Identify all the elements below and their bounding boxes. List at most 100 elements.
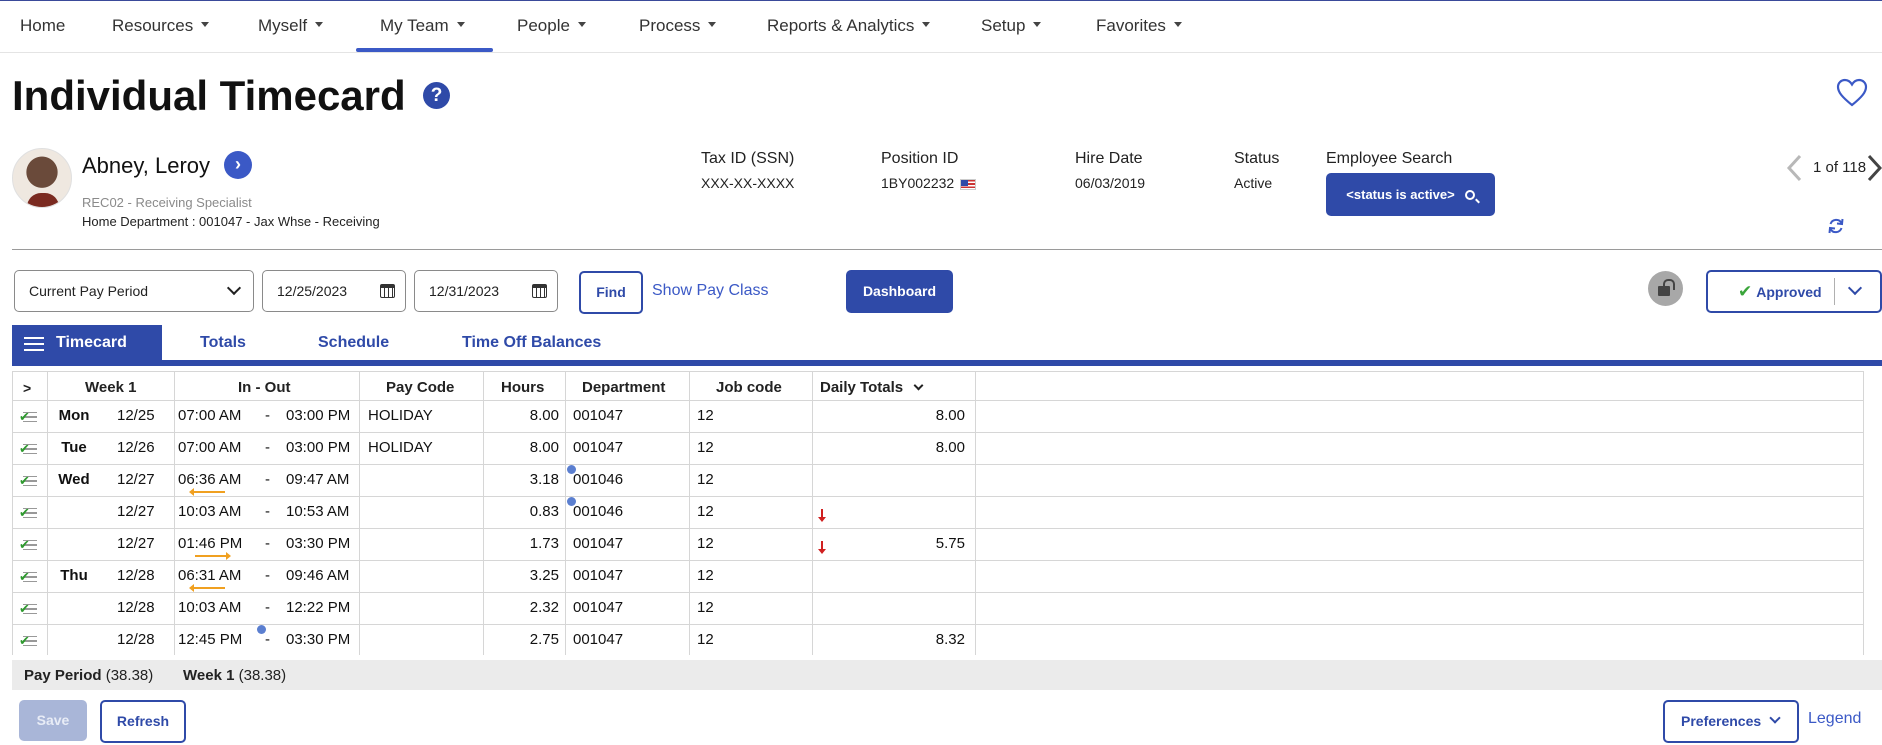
time-in-cell[interactable]: 07:00 AM	[178, 406, 241, 426]
start-date-field[interactable]: 12/25/2023	[262, 270, 406, 312]
department-cell: 001047	[573, 567, 624, 584]
caret-down-icon	[1173, 22, 1182, 28]
hamburger-menu-icon[interactable]	[24, 337, 44, 351]
day-cell: Tue	[61, 439, 87, 456]
time-in-cell[interactable]: 07:00 AM	[178, 438, 241, 458]
nav-item-my-team[interactable]: My Team	[380, 16, 465, 36]
chevron-right-circle-icon[interactable]: ›	[224, 151, 252, 179]
show-pay-class-link[interactable]: Show Pay Class	[652, 282, 769, 300]
calendar-icon[interactable]	[380, 284, 395, 298]
time-out-cell[interactable]: 09:46 AM	[286, 566, 349, 586]
search-icon	[1464, 189, 1475, 200]
department-cell: 001047	[573, 599, 624, 616]
time-out-cell[interactable]: 03:00 PM	[286, 406, 350, 426]
job-code-cell: 12	[697, 407, 714, 424]
column-header-job-code: Job code	[716, 379, 782, 396]
chevron-down-icon	[226, 280, 242, 296]
tax-id-label: Tax ID (SSN)	[701, 150, 795, 167]
tab-timecard[interactable]: Timecard	[12, 325, 162, 361]
approved-check-icon[interactable]: ✔	[19, 634, 37, 648]
time-in-cell[interactable]: 10:03 AM	[178, 502, 241, 522]
checkmark-icon: ✔	[19, 569, 30, 584]
caret-down-icon	[201, 22, 210, 28]
nav-item-myself[interactable]: Myself	[258, 16, 324, 36]
time-in-cell[interactable]: 01:46 PM	[178, 534, 242, 554]
approved-check-icon[interactable]: ✔	[19, 602, 37, 616]
pay-period-select[interactable]: Current Pay Period	[14, 270, 254, 312]
header-divider	[12, 249, 1882, 250]
hours-cell: 8.00	[529, 407, 559, 424]
approved-check-icon[interactable]: ✔	[19, 570, 37, 584]
time-in-cell[interactable]: 10:03 AM	[178, 598, 241, 618]
time-in-cell[interactable]: 06:31 AM	[178, 566, 241, 586]
employee-position: REC02 - Receiving Specialist	[82, 195, 252, 210]
nav-label: Setup	[981, 16, 1026, 35]
employee-pager: 1 of 118	[1813, 159, 1867, 176]
time-out-cell[interactable]: 03:00 PM	[286, 438, 350, 458]
nav-item-favorites[interactable]: Favorites	[1096, 16, 1182, 36]
find-button[interactable]: Find	[579, 271, 643, 314]
refresh-button[interactable]: Refresh	[100, 700, 186, 743]
legend-link[interactable]: Legend	[1808, 710, 1861, 728]
nav-item-home[interactable]: Home	[20, 16, 65, 36]
column-header-daily-totals[interactable]: Daily Totals	[820, 375, 924, 401]
approved-check-icon[interactable]: ✔	[19, 410, 37, 424]
time-out-cell[interactable]: 09:47 AM	[286, 470, 349, 490]
help-icon[interactable]: ?	[423, 82, 450, 109]
time-out-cell[interactable]: 03:30 PM	[286, 630, 350, 650]
job-code-cell: 12	[697, 567, 714, 584]
employee-home-department: Home Department : 001047 - Jax Whse - Re…	[82, 214, 380, 229]
approved-check-icon[interactable]: ✔	[19, 442, 37, 456]
note-info-icon[interactable]	[567, 465, 576, 474]
time-out-cell[interactable]: 03:30 PM	[286, 534, 350, 554]
time-out-cell[interactable]: 12:22 PM	[286, 598, 350, 618]
time-separator: -	[265, 567, 270, 584]
nav-item-process[interactable]: Process	[639, 16, 717, 36]
employee-search-label: Employee Search	[1326, 150, 1453, 167]
approved-check-icon[interactable]: ✔	[19, 538, 37, 552]
approval-status-button[interactable]: ✔ Approved	[1706, 270, 1882, 313]
status-label: Status	[1234, 150, 1280, 167]
dashboard-button[interactable]: Dashboard	[846, 270, 953, 313]
tax-id-value: XXX-XX-XXXX	[701, 175, 795, 191]
tab-totals[interactable]: Totals	[200, 334, 246, 352]
expand-all-icon[interactable]: >	[23, 375, 31, 401]
time-in-cell[interactable]: 12:45 PM	[178, 630, 242, 650]
chevron-down-icon	[1769, 712, 1781, 724]
date-cell: 12/27	[117, 471, 155, 488]
approved-check-icon[interactable]: ✔	[19, 506, 37, 520]
tab-label: Timecard	[56, 334, 127, 351]
tab-schedule[interactable]: Schedule	[318, 334, 389, 352]
time-in-cell[interactable]: 06:36 AM	[178, 470, 241, 490]
heart-icon[interactable]	[1836, 78, 1868, 108]
end-date-field[interactable]: 12/31/2023	[414, 270, 558, 312]
grid-line	[13, 432, 1863, 433]
time-separator: -	[265, 631, 270, 648]
date-cell: 12/28	[117, 631, 155, 648]
position-id-text: 1BY002232	[881, 175, 955, 191]
grid-line	[13, 592, 1863, 593]
chevron-left-icon[interactable]	[1783, 153, 1807, 183]
nav-item-reports-analytics[interactable]: Reports & Analytics	[767, 16, 931, 36]
chevron-right-icon[interactable]	[1865, 153, 1882, 183]
tab-time-off-balances[interactable]: Time Off Balances	[462, 334, 601, 352]
preferences-button[interactable]: Preferences	[1663, 700, 1799, 743]
nav-item-people[interactable]: People	[517, 16, 586, 36]
note-info-icon[interactable]	[257, 625, 266, 634]
calendar-icon[interactable]	[532, 284, 547, 298]
employee-search-button[interactable]: <status is active>	[1326, 173, 1495, 216]
chevron-down-icon[interactable]	[1847, 280, 1863, 296]
nav-item-resources[interactable]: Resources	[112, 16, 210, 36]
date-cell: 12/25	[117, 407, 155, 424]
time-out-cell[interactable]: 10:53 AM	[286, 502, 349, 522]
nav-item-setup[interactable]: Setup	[981, 16, 1042, 36]
grid-line	[13, 560, 1863, 561]
job-code-cell: 12	[697, 439, 714, 456]
unlock-icon[interactable]	[1648, 271, 1683, 306]
note-info-icon[interactable]	[567, 497, 576, 506]
save-button[interactable]: Save	[19, 700, 87, 741]
hours-cell: 1.73	[529, 535, 559, 552]
job-code-cell: 12	[697, 503, 714, 520]
refresh-icon[interactable]	[1826, 216, 1846, 236]
approved-check-icon[interactable]: ✔	[19, 474, 37, 488]
